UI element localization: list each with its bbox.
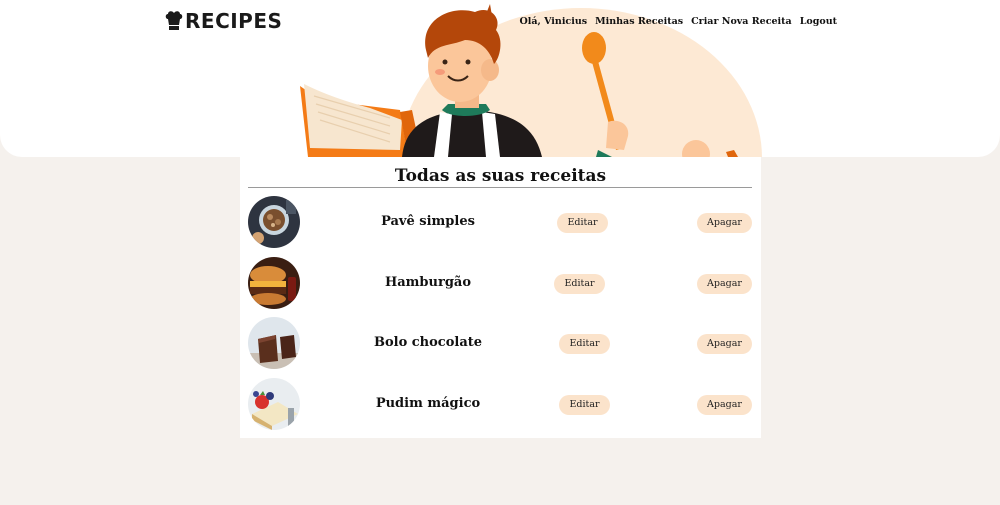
delete-button[interactable]: Apagar	[697, 213, 752, 233]
recipe-name: Hamburgão	[384, 274, 472, 290]
recipe-name: Pavê simples	[381, 214, 475, 229]
delete-button[interactable]: Apagar	[697, 334, 752, 354]
chef-hat-icon	[165, 11, 183, 30]
edit-button[interactable]: Editar	[559, 394, 610, 415]
nav-my-recipes[interactable]: Minhas Receitas	[595, 16, 683, 27]
edit-button[interactable]: Editar	[554, 273, 605, 294]
recipe-thumbnail	[248, 256, 300, 309]
nav-logout[interactable]: Logout	[800, 16, 837, 27]
brand-name: RECIPES	[185, 9, 283, 33]
delete-button[interactable]: Apagar	[697, 273, 752, 294]
delete-button[interactable]: Apagar	[697, 394, 752, 415]
edit-button[interactable]: Editar	[557, 213, 608, 233]
page-title: Todas as suas receitas	[394, 166, 607, 186]
edit-button[interactable]: Editar	[559, 334, 610, 354]
recipe-thumbnail	[248, 377, 300, 430]
recipe-row: Pudim mágico Editar Apagar	[240, 370, 761, 431]
recipe-name: Pudim mágico	[375, 395, 481, 411]
brand-logo[interactable]: RECIPES	[165, 9, 282, 33]
recipe-thumbnail	[248, 196, 300, 248]
main-nav: Olá, Vinicius Minhas Receitas Criar Nova…	[519, 16, 837, 27]
recipe-name: Bolo chocolate	[373, 335, 483, 350]
recipe-row: Hamburgão Editar Apagar	[240, 249, 761, 310]
recipe-row: Pavê simples Editar Apagar	[240, 188, 761, 249]
nav-create-recipe[interactable]: Criar Nova Receita	[691, 16, 792, 27]
site-header: RECIPES Olá, Vinicius Minhas Receitas Cr…	[0, 0, 1000, 157]
nav-greeting[interactable]: Olá, Vinicius	[519, 16, 587, 27]
recipe-thumbnail	[248, 317, 300, 369]
recipe-row: Bolo chocolate Editar Apagar	[240, 309, 761, 370]
recipes-panel: Todas as suas receitas Pavê simples Edit…	[240, 157, 761, 438]
